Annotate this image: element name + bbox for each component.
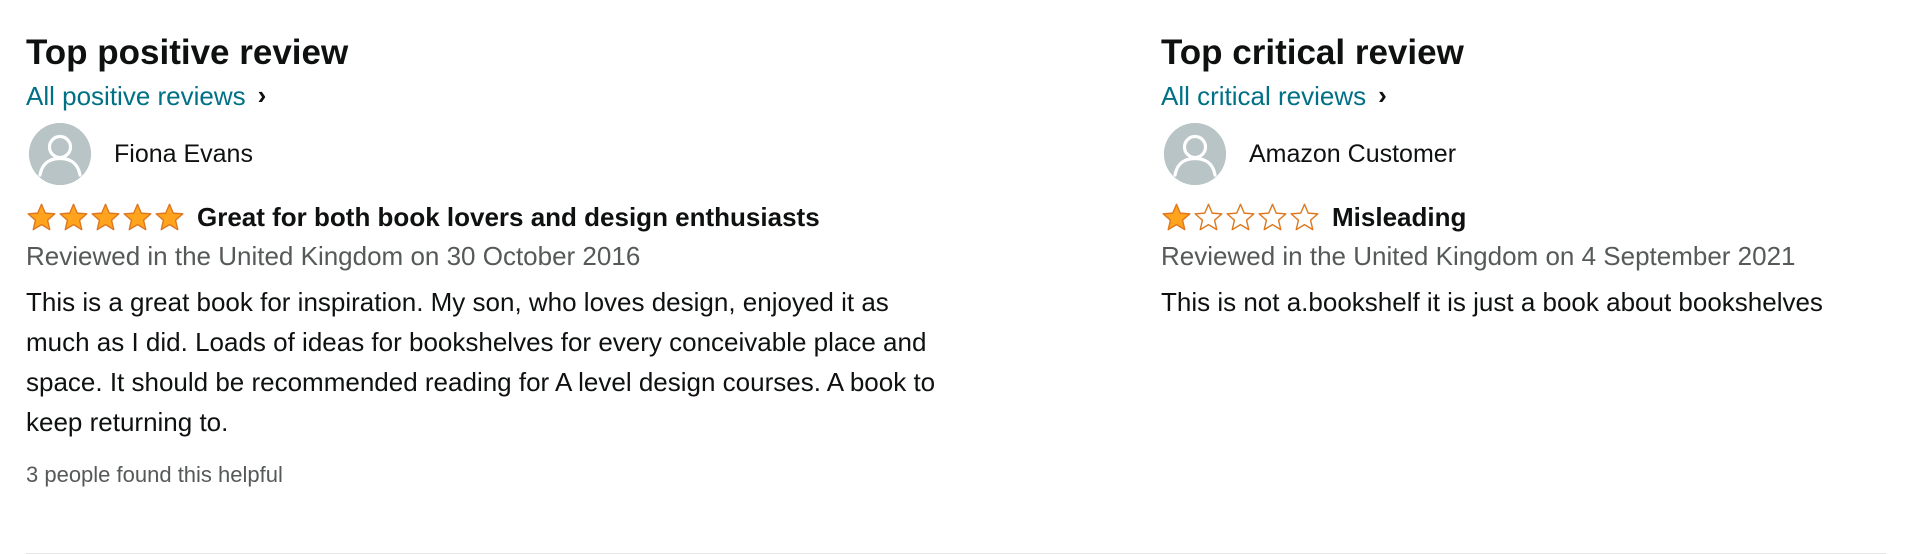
star-rating[interactable] <box>26 202 185 233</box>
all-positive-reviews-link[interactable]: All positive reviews › <box>26 78 266 114</box>
reviews-summary: Top positive review All positive reviews… <box>26 30 1886 490</box>
helpful-count: 3 people found this helpful <box>26 462 283 487</box>
all-critical-reviews-label: All critical reviews <box>1161 81 1367 111</box>
review-body: This is a great book for inspiration. My… <box>26 287 936 437</box>
reviewer-name: Amazon Customer <box>1249 140 1457 168</box>
top-positive-review-section: Top positive review All positive reviews… <box>26 30 1161 490</box>
reviewer-profile[interactable]: Amazon Customer <box>1161 122 1886 186</box>
user-avatar-icon <box>29 123 91 185</box>
review-title-link[interactable]: Great for both book lovers and design en… <box>197 200 820 234</box>
star-icon <box>1226 203 1255 230</box>
top-critical-review-heading: Top critical review <box>1161 33 1464 72</box>
star-icon <box>123 203 152 230</box>
review-rating-row: Great for both book lovers and design en… <box>26 200 1161 234</box>
review-title-link[interactable]: Misleading <box>1332 200 1466 234</box>
reviewer-name: Fiona Evans <box>114 140 253 168</box>
star-rating[interactable] <box>1161 202 1320 233</box>
user-avatar-icon <box>1164 123 1226 185</box>
all-positive-reviews-label: All positive reviews <box>26 81 246 111</box>
star-icon <box>1194 203 1223 230</box>
all-critical-reviews-link[interactable]: All critical reviews › <box>1161 78 1387 114</box>
top-critical-review-section: Top critical review All critical reviews… <box>1161 30 1886 490</box>
star-icon <box>59 203 88 230</box>
review-date: Reviewed in the United Kingdom on 30 Oct… <box>26 241 641 271</box>
review-date: Reviewed in the United Kingdom on 4 Sept… <box>1161 241 1796 271</box>
star-icon <box>91 203 120 230</box>
chevron-right-icon: › <box>257 80 267 110</box>
star-icon <box>1290 203 1319 230</box>
review-body: This is not a.bookshelf it is just a boo… <box>1161 287 1823 317</box>
chevron-right-icon: › <box>1378 80 1387 110</box>
star-icon <box>1258 203 1287 230</box>
reviewer-profile[interactable]: Fiona Evans <box>26 122 1161 186</box>
star-icon <box>27 203 56 230</box>
star-icon <box>1162 203 1191 230</box>
star-icon <box>155 203 184 230</box>
top-positive-review-heading: Top positive review <box>26 33 349 72</box>
review-rating-row: Misleading <box>1161 200 1886 234</box>
